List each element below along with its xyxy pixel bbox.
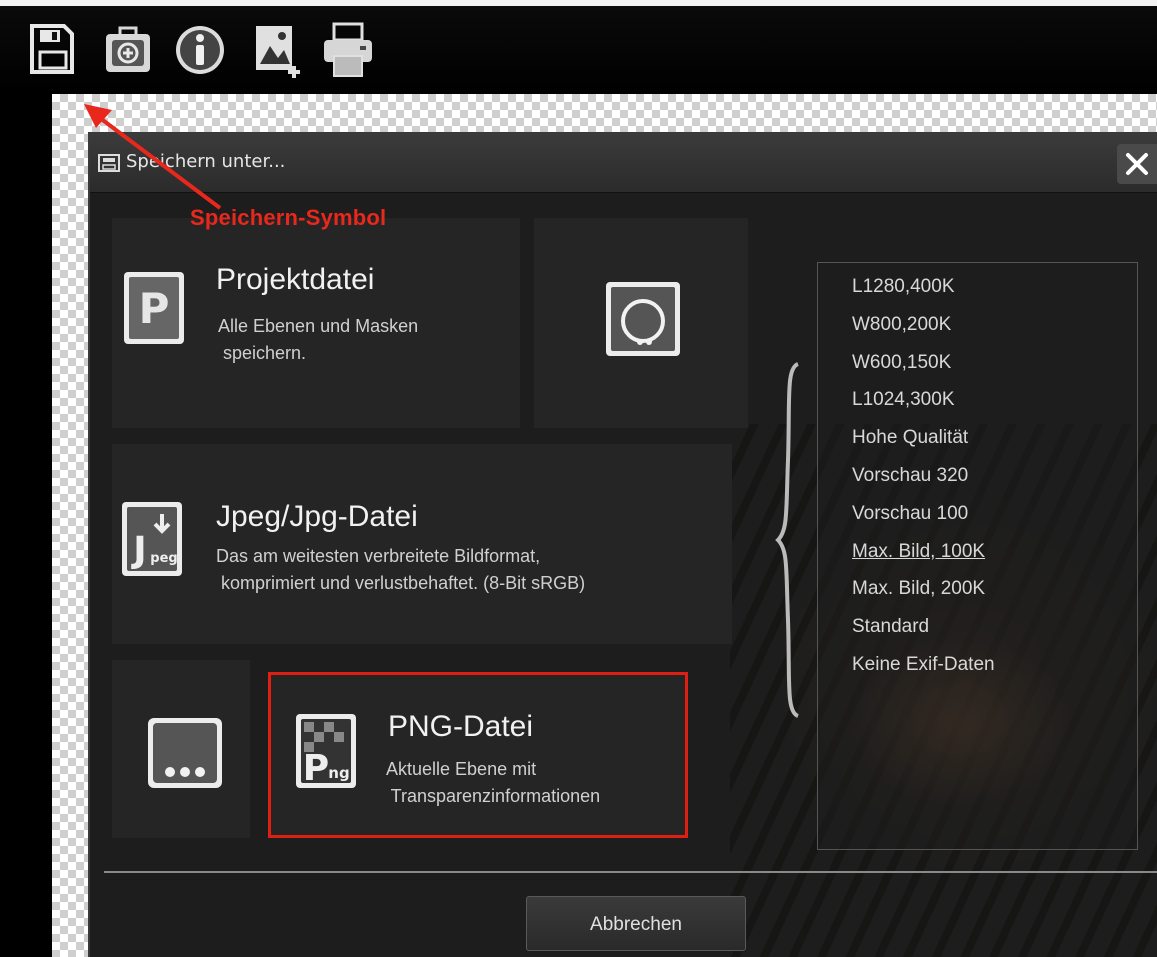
more-options-icon [146,716,224,790]
svg-text:P: P [139,284,170,333]
app-window: Speichern unter... P Projektdatei Alle E… [0,0,1157,957]
toolbar [0,0,1157,94]
preset-item-selected[interactable]: Max. Bild, 100K [852,533,1132,571]
jpeg-file-desc: Das am weitesten verbreitete Bildformat,… [216,546,586,593]
project-file-icon: P [122,268,186,346]
preset-item[interactable]: Vorschau 320 [852,457,1132,495]
svg-text:J: J [130,530,146,571]
project-file-title: Projektdatei [216,263,375,296]
preset-item[interactable]: Standard [852,608,1132,646]
open-file-icon[interactable] [100,20,156,80]
annotation-label: Speichern-Symbol [190,205,387,230]
close-button[interactable] [1117,144,1157,184]
dialog-titlebar: Speichern unter... [90,134,1157,193]
preset-item[interactable]: W800,200K [852,306,1132,344]
jpeg-file-title: Jpeg/Jpg-Datei [216,500,418,533]
info-icon[interactable] [172,20,228,80]
jpeg-file-icon: J peg [120,500,184,578]
divider [104,871,1157,873]
preset-item[interactable]: L1024,300K [852,381,1132,419]
svg-text:peg: peg [150,551,177,566]
add-image-icon[interactable] [250,20,306,80]
project-file-desc: Alle Ebenen und Masken speichern. [218,316,419,363]
preset-item[interactable]: Keine Exif-Daten [852,646,1132,684]
cancel-button[interactable]: Abbrechen [526,896,746,951]
preset-list: L1280,400K W800,200K W600,150K L1024,300… [852,268,1132,684]
png-highlight-frame [268,672,688,838]
preset-item[interactable]: Hohe Qualität [852,419,1132,457]
preset-item[interactable]: Vorschau 100 [852,495,1132,533]
annotation-arrow [84,104,222,210]
print-icon[interactable] [320,20,376,80]
left-border [0,94,52,957]
circle-format-icon [604,280,682,358]
preset-item[interactable]: Max. Bild, 200K [852,570,1132,608]
brace-icon [772,360,802,720]
close-icon [1126,153,1148,175]
preset-item[interactable]: W600,150K [852,344,1132,382]
preset-item[interactable]: L1280,400K [852,268,1132,306]
save-icon[interactable] [24,20,80,80]
